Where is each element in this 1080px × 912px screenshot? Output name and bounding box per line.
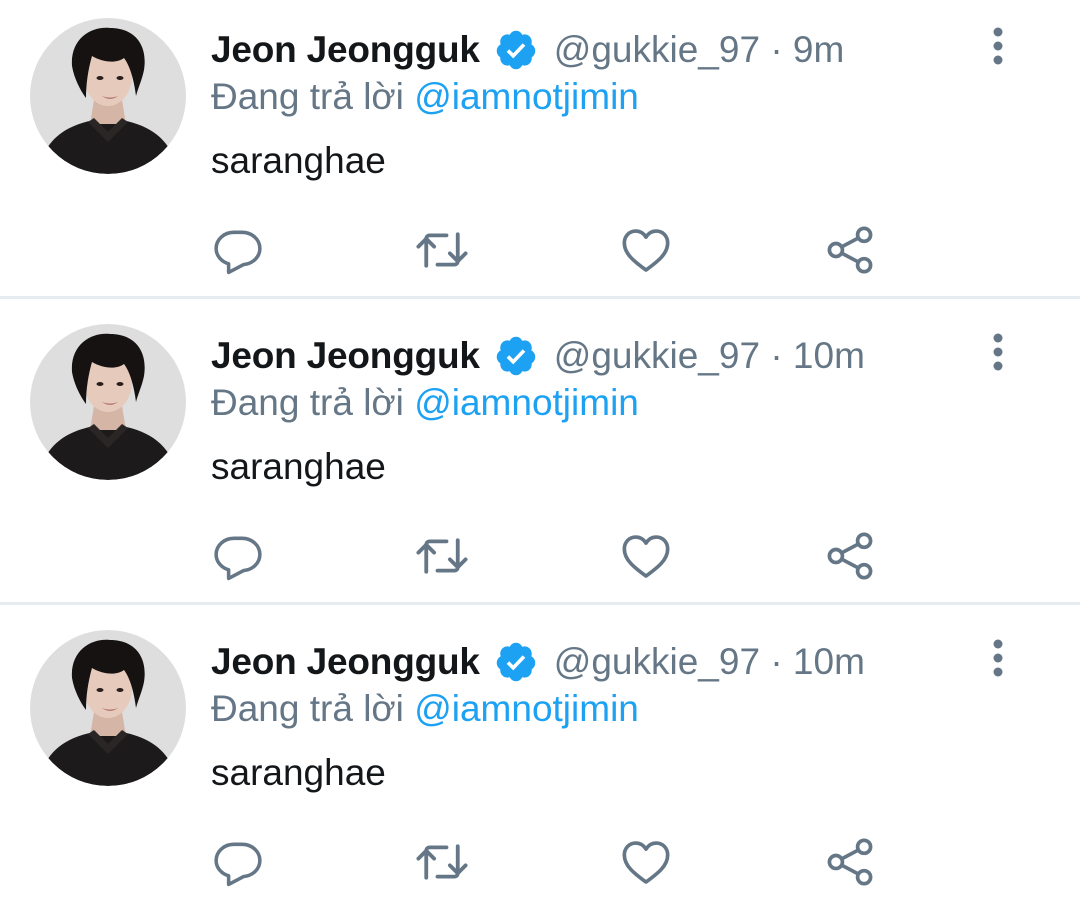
share-button[interactable] xyxy=(822,222,878,278)
reply-mention-link[interactable]: @iamnotjimin xyxy=(414,382,639,423)
avatar[interactable] xyxy=(30,18,186,174)
reply-icon xyxy=(214,536,262,581)
retweet-button[interactable] xyxy=(414,528,470,584)
share-button[interactable] xyxy=(822,528,878,584)
handle-and-time: @gukkie_97 · 10m xyxy=(554,335,865,377)
retweet-button[interactable] xyxy=(414,222,470,278)
retweet-icon xyxy=(416,232,468,268)
author-name[interactable]: Jeon Jeongguk xyxy=(211,29,480,71)
replying-to-label: Đang trả lời xyxy=(211,688,404,729)
replying-to-label: Đang trả lời xyxy=(211,382,404,423)
author-handle[interactable]: @gukkie_97 xyxy=(554,29,760,70)
handle-and-time: @gukkie_97 · 10m xyxy=(554,641,865,683)
timestamp[interactable]: 10m xyxy=(793,335,865,376)
replying-to: Đang trả lời @iamnotjimin xyxy=(211,76,639,118)
separator: · xyxy=(770,29,783,70)
separator: · xyxy=(770,641,783,682)
timestamp[interactable]: 10m xyxy=(793,641,865,682)
reply-icon xyxy=(214,842,262,887)
share-icon xyxy=(827,838,873,886)
replying-to: Đang trả lời @iamnotjimin xyxy=(211,382,639,424)
tweet-header: Jeon Jeongguk @gukkie_97 · 10m xyxy=(211,638,865,686)
replying-to: Đang trả lời @iamnotjimin xyxy=(211,688,639,730)
more-vertical-icon[interactable] xyxy=(986,332,1010,372)
author-handle[interactable]: @gukkie_97 xyxy=(554,335,760,376)
share-icon xyxy=(827,226,873,274)
heart-icon xyxy=(622,229,670,272)
divider xyxy=(0,602,1080,605)
replying-to-label: Đang trả lời xyxy=(211,76,404,117)
verified-badge-icon xyxy=(494,334,538,378)
tweet-text: saranghae xyxy=(211,140,386,181)
avatar[interactable] xyxy=(30,324,186,480)
reply-button[interactable] xyxy=(210,834,266,890)
tweet[interactable]: Jeon Jeongguk @gukkie_97 · 10m Đang trả … xyxy=(0,306,1080,606)
like-button[interactable] xyxy=(618,222,674,278)
verified-badge-icon xyxy=(494,640,538,684)
divider xyxy=(0,296,1080,299)
tweet[interactable]: Jeon Jeongguk @gukkie_97 · 10m Đang trả … xyxy=(0,612,1080,912)
more-vertical-icon[interactable] xyxy=(986,638,1010,678)
reply-mention-link[interactable]: @iamnotjimin xyxy=(414,76,639,117)
share-icon xyxy=(827,532,873,580)
heart-icon xyxy=(622,841,670,884)
reply-icon xyxy=(214,230,262,275)
avatar[interactable] xyxy=(30,630,186,786)
author-name[interactable]: Jeon Jeongguk xyxy=(211,641,480,683)
tweet-header: Jeon Jeongguk @gukkie_97 · 10m xyxy=(211,332,865,380)
tweet-text: saranghae xyxy=(211,752,386,793)
tweet-header: Jeon Jeongguk @gukkie_97 · 9m xyxy=(211,26,844,74)
handle-and-time: @gukkie_97 · 9m xyxy=(554,29,845,71)
separator: · xyxy=(770,335,783,376)
like-button[interactable] xyxy=(618,528,674,584)
tweet-text: saranghae xyxy=(211,446,386,487)
author-name[interactable]: Jeon Jeongguk xyxy=(211,335,480,377)
share-button[interactable] xyxy=(822,834,878,890)
heart-icon xyxy=(622,535,670,578)
timestamp[interactable]: 9m xyxy=(793,29,844,70)
retweet-button[interactable] xyxy=(414,834,470,890)
retweet-icon xyxy=(416,538,468,574)
reply-mention-link[interactable]: @iamnotjimin xyxy=(414,688,639,729)
more-vertical-icon[interactable] xyxy=(986,26,1010,66)
retweet-icon xyxy=(416,844,468,880)
tweet[interactable]: Jeon Jeongguk @gukkie_97 · 9m Đang trả l… xyxy=(0,0,1080,300)
reply-button[interactable] xyxy=(210,528,266,584)
author-handle[interactable]: @gukkie_97 xyxy=(554,641,760,682)
like-button[interactable] xyxy=(618,834,674,890)
verified-badge-icon xyxy=(494,28,538,72)
reply-button[interactable] xyxy=(210,222,266,278)
